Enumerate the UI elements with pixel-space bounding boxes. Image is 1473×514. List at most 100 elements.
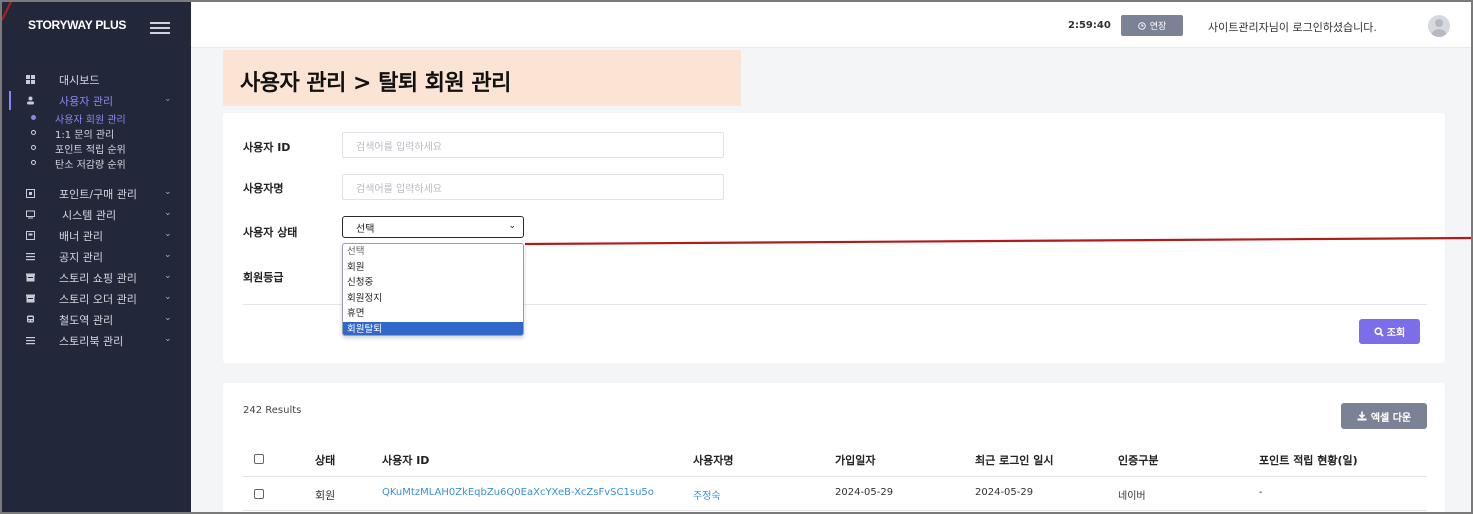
sidebar-item-label: 스토리 오더 관리	[59, 292, 137, 306]
sidebar-item-label: 스토리 쇼핑 관리	[59, 271, 137, 285]
app-window: STORYWAY PLUS 대시보드 사용자 관리 ⌄ 사용자 회원 관리 1:…	[0, 0, 1473, 514]
status-option[interactable]: 회원	[343, 260, 523, 276]
point-icon	[26, 189, 35, 198]
bullet-icon	[31, 115, 36, 120]
sidebar-nav: 대시보드 사용자 관리 ⌄ 사용자 회원 관리 1:1 문의 관리 포인트 적립…	[2, 70, 191, 350]
user-status-dropdown-list: 선택 회원 신청중 회원정지 휴면 회원탈퇴	[342, 243, 524, 336]
column-header-status[interactable]: 상태	[315, 452, 335, 468]
status-option[interactable]: 선택	[343, 244, 523, 260]
row-user-name-link[interactable]: 주정숙	[693, 487, 721, 502]
session-timer: 2:59:40	[1068, 20, 1111, 31]
order-icon	[26, 294, 35, 303]
search-icon	[1374, 326, 1384, 337]
user-name-input[interactable]: 검색어를 입력하세요	[342, 174, 724, 200]
search-button-label: 조회	[1386, 328, 1406, 339]
extend-session-button[interactable]: 연장	[1121, 15, 1183, 36]
chevron-down-icon: ⌄	[508, 221, 516, 231]
chevron-down-icon: ⌄	[164, 250, 172, 260]
sidebar-item-storybook[interactable]: 스토리북 관리 ⌄	[2, 331, 191, 350]
brand-logo[interactable]: STORYWAY PLUS	[28, 18, 126, 32]
menu-toggle-icon[interactable]	[150, 22, 170, 34]
row-checkbox[interactable]	[254, 489, 264, 499]
status-option[interactable]: 회원정지	[343, 291, 523, 307]
bullet-icon	[31, 145, 36, 150]
sidebar-item-label: 공지 관리	[59, 250, 103, 264]
chevron-down-icon: ⌄	[164, 334, 172, 344]
chevron-down-icon: ⌄	[164, 187, 172, 197]
user-status-label: 사용자 상태	[243, 226, 298, 239]
sidebar-subitem-user-members[interactable]: 사용자 회원 관리	[2, 110, 191, 126]
bullet-icon	[31, 160, 36, 165]
list-icon	[26, 337, 35, 345]
chevron-down-icon: ⌄	[164, 229, 172, 239]
monitor-icon	[26, 210, 35, 219]
status-option[interactable]: 신청중	[343, 275, 523, 291]
results-count: 242 Results	[243, 405, 302, 416]
sidebar-item-notice[interactable]: 공지 관리 ⌄	[2, 247, 191, 266]
sidebar-item-user-management[interactable]: 사용자 관리 ⌄	[2, 91, 191, 110]
dashboard-icon	[26, 75, 35, 84]
row-user-id-link[interactable]: QKuMtzMLAH0ZkEqbZu6Q0EaXcYXeB-XcZsFvSC1s…	[382, 487, 654, 498]
column-header-user-id[interactable]: 사용자 ID	[382, 452, 429, 468]
shop-icon	[26, 273, 35, 282]
user-id-input[interactable]: 검색어를 입력하세요	[342, 132, 724, 158]
status-option-highlighted[interactable]: 회원탈퇴	[343, 321, 523, 335]
sidebar-item-label: 배너 관리	[59, 229, 103, 243]
extend-session-label: 연장	[1149, 22, 1167, 32]
chevron-down-icon: ⌄	[164, 271, 172, 281]
sidebar-item-story-shopping[interactable]: 스토리 쇼핑 관리 ⌄	[2, 268, 191, 287]
banner-icon	[26, 231, 35, 240]
clock-icon	[1137, 21, 1146, 30]
table-row-divider	[243, 510, 1427, 511]
column-header-auth-type[interactable]: 인증구분	[1118, 452, 1158, 468]
sidebar: STORYWAY PLUS 대시보드 사용자 관리 ⌄ 사용자 회원 관리 1:…	[2, 2, 191, 512]
member-grade-label: 회원등급	[243, 271, 284, 284]
avatar[interactable]	[1428, 15, 1450, 37]
sidebar-item-dashboard[interactable]: 대시보드	[2, 70, 191, 89]
user-status-select[interactable]: 선택 ⌄	[342, 216, 524, 238]
chevron-down-icon: ⌄	[164, 313, 172, 323]
row-points: -	[1259, 487, 1263, 498]
column-header-join-date[interactable]: 가입일자	[835, 452, 875, 468]
row-join-date: 2024-05-29	[835, 487, 894, 498]
user-name-label: 사용자명	[243, 182, 284, 195]
column-header-user-name[interactable]: 사용자명	[693, 452, 733, 468]
list-icon	[26, 253, 35, 261]
sidebar-item-story-order[interactable]: 스토리 오더 관리 ⌄	[2, 289, 191, 308]
select-all-checkbox[interactable]	[254, 454, 264, 464]
sidebar-item-label: 시스템 관리	[62, 208, 117, 222]
column-header-last-login[interactable]: 최근 로그인 일시	[975, 452, 1054, 468]
sidebar-item-label: 포인트/구매 관리	[59, 187, 138, 201]
row-status: 회원	[315, 489, 336, 502]
login-status-message: 사이트관리자님이 로그인하셨습니다.	[1208, 21, 1377, 34]
sidebar-subitem-carbon-ranking[interactable]: 탄소 저감량 순위	[2, 155, 191, 171]
sidebar-item-point-purchase[interactable]: 포인트/구매 관리 ⌄	[2, 184, 191, 203]
table-header-divider	[243, 476, 1427, 477]
sidebar-item-label: 스토리북 관리	[59, 334, 124, 348]
sidebar-item-railway[interactable]: 철도역 관리 ⌄	[2, 310, 191, 329]
bullet-icon	[31, 130, 36, 135]
sidebar-item-label: 사용자 관리	[59, 94, 114, 108]
excel-download-button[interactable]: 엑셀 다운	[1341, 403, 1427, 429]
user-id-label: 사용자 ID	[243, 141, 291, 154]
column-header-points[interactable]: 포인트 적립 현황(일)	[1259, 452, 1358, 468]
sidebar-subitem-inquiry[interactable]: 1:1 문의 관리	[2, 125, 191, 141]
sidebar-item-banner[interactable]: 배너 관리 ⌄	[2, 226, 191, 245]
sidebar-item-system[interactable]: 시스템 관리 ⌄	[2, 205, 191, 224]
user-status-select-value: 선택	[356, 223, 375, 235]
sidebar-subitem-point-ranking[interactable]: 포인트 적립 순위	[2, 140, 191, 156]
row-last-login: 2024-05-29	[975, 487, 1034, 498]
sidebar-item-label: 대시보드	[59, 73, 100, 87]
row-auth-type: 네이버	[1118, 491, 1146, 502]
sidebar-subitem-label: 탄소 저감량 순위	[55, 160, 126, 171]
search-button[interactable]: 조회	[1359, 319, 1420, 344]
page-title-banner: 사용자 관리 > 탈퇴 회원 관리	[223, 50, 741, 106]
sidebar-subitem-label: 사용자 회원 관리	[55, 115, 126, 126]
chevron-down-icon: ⌄	[164, 292, 172, 302]
status-option[interactable]: 휴면	[343, 306, 523, 322]
sidebar-subitem-label: 포인트 적립 순위	[55, 145, 126, 156]
results-card: 242 Results 엑셀 다운 상태 사용자 ID 사용자명 가입일자 최근…	[223, 383, 1445, 512]
download-icon	[1357, 411, 1367, 421]
user-icon	[27, 96, 34, 105]
sidebar-subitem-label: 1:1 문의 관리	[55, 130, 115, 141]
